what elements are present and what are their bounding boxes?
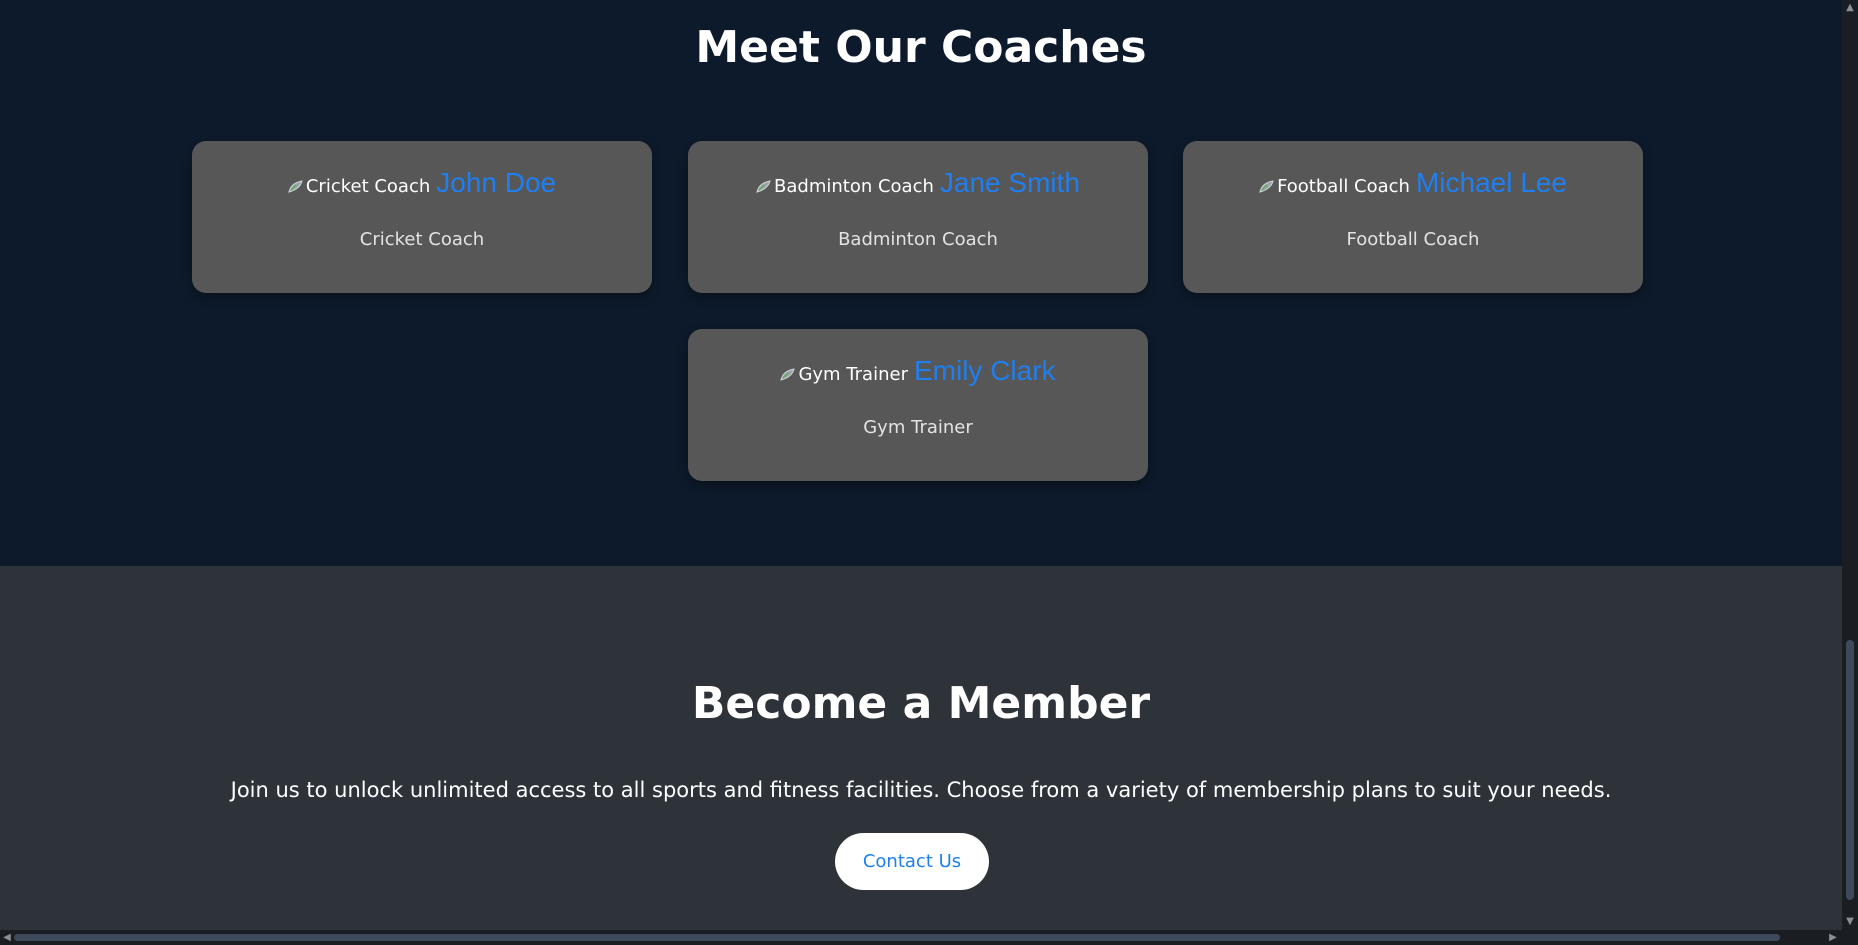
broken-image-icon <box>756 180 771 193</box>
coach-card-header: Football Coach Michael Lee <box>1183 167 1643 199</box>
broken-image-icon <box>1259 180 1274 193</box>
coach-card-football: Football Coach Michael Lee Football Coac… <box>1183 141 1643 293</box>
chevron-right-icon[interactable]: ▶ <box>1828 932 1838 943</box>
coaches-section: Meet Our Coaches Cricket Coach John Doe … <box>0 0 1842 566</box>
membership-description: Join us to unlock unlimited access to al… <box>230 778 1612 802</box>
coach-card-header: Cricket Coach John Doe <box>192 167 652 199</box>
broken-image-icon <box>288 180 303 193</box>
coaches-title: Meet Our Coaches <box>695 22 1147 73</box>
coach-card-gym: Gym Trainer Emily Clark Gym Trainer <box>688 329 1148 481</box>
coach-photo-alt: Gym Trainer <box>798 364 908 385</box>
horizontal-scrollbar-thumb[interactable] <box>14 934 1780 941</box>
vertical-scrollbar[interactable]: ▲ ▼ <box>1842 0 1858 930</box>
coach-name: Emily Clark <box>913 355 1056 386</box>
coach-role: Gym Trainer <box>863 417 973 438</box>
coach-photo: Football Coach <box>1259 176 1410 197</box>
coach-photo-alt: Badminton Coach <box>774 176 934 197</box>
vertical-scrollbar-thumb[interactable] <box>1846 640 1854 900</box>
membership-section: Become a Member Join us to unlock unlimi… <box>0 566 1842 930</box>
chevron-left-icon[interactable]: ◀ <box>2 932 12 943</box>
coach-role: Cricket Coach <box>359 229 485 250</box>
coach-photo: Badminton Coach <box>756 176 934 197</box>
coach-photo-alt: Cricket Coach <box>305 176 431 197</box>
chevron-up-icon[interactable]: ▲ <box>1845 3 1855 13</box>
horizontal-scrollbar[interactable]: ◀ ▶ <box>0 930 1858 945</box>
contact-us-button[interactable]: Contact Us <box>835 833 989 890</box>
coach-card-header: Badminton Coach Jane Smith <box>688 167 1148 199</box>
coach-photo-alt: Football Coach <box>1277 176 1410 197</box>
coach-role: Badminton Coach <box>838 229 998 250</box>
coach-photo: Gym Trainer <box>780 364 908 385</box>
coach-card-badminton: Badminton Coach Jane Smith Badminton Coa… <box>688 141 1148 293</box>
coach-name: Michael Lee <box>1415 167 1567 198</box>
coach-photo: Cricket Coach <box>288 176 430 197</box>
broken-image-icon <box>780 368 796 381</box>
membership-title: Become a Member <box>691 678 1151 729</box>
coach-name: Jane Smith <box>939 167 1080 198</box>
chevron-down-icon[interactable]: ▼ <box>1845 917 1855 927</box>
coach-card-cricket: Cricket Coach John Doe Cricket Coach <box>192 141 652 293</box>
coach-role: Football Coach <box>1346 229 1480 250</box>
coach-name: John Doe <box>436 167 557 198</box>
coach-card-header: Gym Trainer Emily Clark <box>688 355 1148 387</box>
